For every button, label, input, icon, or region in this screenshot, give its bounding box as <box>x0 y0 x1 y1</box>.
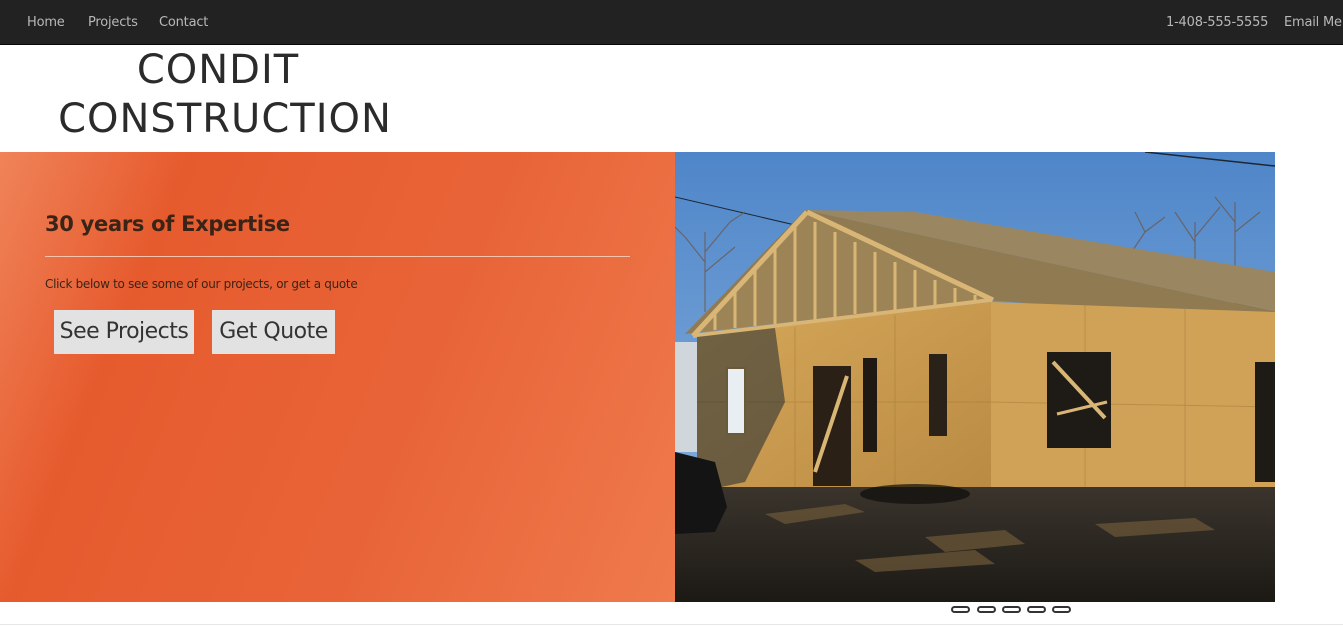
top-navbar: Home Projects Contact 1-408-555-5555 Ema… <box>0 0 1343 45</box>
carousel-indicator-1[interactable] <box>951 606 970 613</box>
carousel-indicator-5[interactable] <box>1052 606 1071 613</box>
house-photo-illustration <box>675 152 1275 602</box>
carousel-indicator-4[interactable] <box>1027 606 1046 613</box>
brand-line-2: CONSTRUCTION <box>58 96 392 142</box>
see-projects-button[interactable]: See Projects <box>54 310 194 354</box>
nav-link-home[interactable]: Home <box>27 0 65 45</box>
brand-logo-text: CONDIT CONSTRUCTION <box>0 46 450 144</box>
hero-subtitle: Click below to see some of our projects,… <box>45 277 358 291</box>
carousel-photo-house-framing <box>675 152 1275 602</box>
carousel-indicator-2[interactable] <box>977 606 996 613</box>
hero-title: 30 years of Expertise <box>45 212 290 236</box>
get-quote-button[interactable]: Get Quote <box>212 310 335 354</box>
nav-link-phone[interactable]: 1-408-555-5555 <box>1166 0 1268 45</box>
hero-panel: 30 years of Expertise Click below to see… <box>0 152 675 602</box>
carousel-indicator-3[interactable] <box>1002 606 1021 613</box>
nav-link-email[interactable]: Email Me <box>1284 0 1342 45</box>
hero-divider <box>45 256 630 257</box>
brand-line-1: CONDIT <box>136 47 300 93</box>
nav-link-projects[interactable]: Projects <box>88 0 138 45</box>
footer-divider <box>0 624 1343 625</box>
nav-link-contact[interactable]: Contact <box>159 0 208 45</box>
